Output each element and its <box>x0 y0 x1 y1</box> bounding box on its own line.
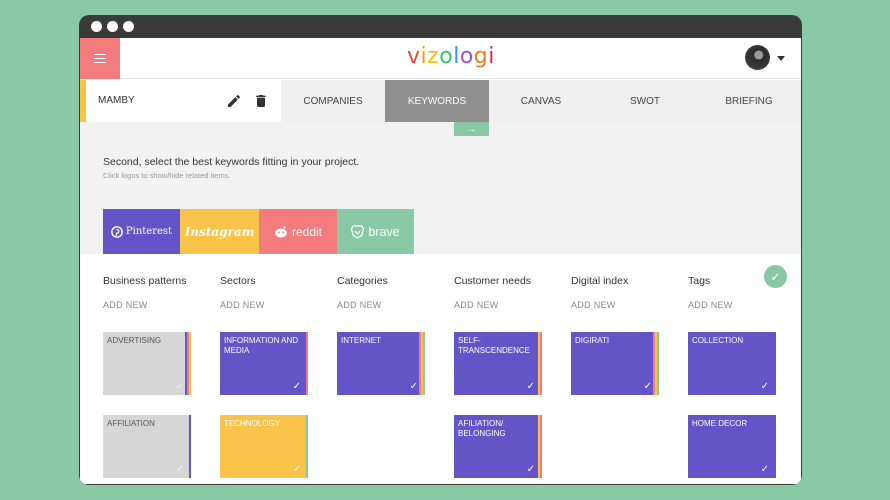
chevron-down-icon[interactable] <box>777 56 785 61</box>
window-dot-icon[interactable] <box>123 21 134 32</box>
project-selector[interactable]: MAMBY <box>80 80 281 122</box>
keyword-card[interactable]: SELF-TRANSCENDENCE ✓ <box>454 332 542 395</box>
keyword-label: AFFILIATION <box>107 419 155 428</box>
pinterest-logo-button[interactable]: Pinterest <box>103 209 180 254</box>
add-new-business-pattern[interactable]: ADD NEW <box>103 300 148 310</box>
keyword-card[interactable]: DIGIRATI ✓ <box>571 332 659 395</box>
reddit-logo-button[interactable]: reddit <box>259 209 337 254</box>
trash-icon[interactable] <box>253 93 269 109</box>
tab-swot[interactable]: SWOT <box>593 80 697 122</box>
avatar[interactable] <box>745 45 770 70</box>
keyword-label: SELF-TRANSCENDENCE <box>458 336 531 355</box>
instagram-logo-button[interactable]: Instagram <box>180 209 259 254</box>
brave-lion-icon <box>351 224 365 239</box>
source-stripes <box>419 332 425 395</box>
project-name: MAMBY <box>98 95 135 106</box>
app-logo[interactable]: vizologi <box>407 44 495 69</box>
column-title-tags: Tags <box>688 275 711 287</box>
keyword-card[interactable]: AFILIATION/ BELONGING ✓ <box>454 415 542 478</box>
logo-letter: o <box>459 44 474 69</box>
source-stripes <box>185 332 191 395</box>
pinterest-icon <box>111 225 123 238</box>
tab-briefing[interactable]: BRIEFING <box>697 80 801 122</box>
hamburger-icon <box>94 57 106 60</box>
source-label: Pinterest <box>125 226 173 237</box>
add-new-sector[interactable]: ADD NEW <box>220 300 265 310</box>
check-icon: ✓ <box>409 381 418 392</box>
window-dot-icon[interactable] <box>107 21 118 32</box>
column-title-business-patterns: Business patterns <box>103 275 187 287</box>
source-stripes <box>306 332 308 395</box>
logo-letter: o <box>439 44 454 69</box>
keyword-card[interactable]: TECHNOLOGY ✓ <box>220 415 308 478</box>
check-icon: ✓ <box>760 464 769 475</box>
check-icon: ✓ <box>292 381 301 392</box>
check-icon: ✓ <box>175 464 184 475</box>
pencil-icon[interactable] <box>226 93 242 109</box>
check-icon: ✓ <box>526 381 535 392</box>
keyword-card[interactable]: ADVERTISING ✓ <box>103 332 191 395</box>
keyword-card[interactable]: INTERNET ✓ <box>337 332 425 395</box>
source-stripes <box>306 415 308 478</box>
reddit-icon <box>274 225 287 237</box>
source-label: reddit <box>291 224 323 239</box>
column-title-sectors: Sectors <box>220 275 256 287</box>
check-icon: ✓ <box>760 381 769 392</box>
source-stripes <box>189 415 191 478</box>
window-titlebar <box>79 15 802 38</box>
keyword-label: AFILIATION/ BELONGING <box>458 419 506 438</box>
add-new-category[interactable]: ADD NEW <box>337 300 382 310</box>
column-title-categories: Categories <box>337 275 388 287</box>
tab-keywords[interactable]: KEYWORDS <box>385 80 489 122</box>
source-stripes <box>538 332 542 395</box>
window-dot-icon[interactable] <box>91 21 102 32</box>
keyword-label: TECHNOLOGY <box>224 419 281 428</box>
menu-button[interactable] <box>80 38 120 79</box>
keyword-card[interactable]: HOME DECOR ✓ <box>688 415 776 478</box>
source-label: brave <box>368 224 400 239</box>
confirm-check-icon[interactable]: ✓ <box>764 265 787 288</box>
source-stripes <box>538 415 542 478</box>
add-new-digital-index[interactable]: ADD NEW <box>571 300 616 310</box>
source-stripes <box>653 332 659 395</box>
keyword-label: INTERNET <box>341 336 381 345</box>
keyword-label: ADVERTISING <box>107 336 162 345</box>
keyword-card[interactable]: AFFILIATION ✓ <box>103 415 191 478</box>
logo-letter: l <box>453 44 460 69</box>
keyword-card[interactable]: COLLECTION ✓ <box>688 332 776 395</box>
keyword-label: DIGIRATI <box>575 336 610 345</box>
source-label: Instagram <box>184 224 255 239</box>
logo-letter: z <box>427 44 440 69</box>
check-icon: ✓ <box>643 381 652 392</box>
check-icon: ✓ <box>292 464 301 475</box>
brave-logo-button[interactable]: brave <box>337 209 414 254</box>
logo-letter: v <box>407 44 421 69</box>
instruction-text: Second, select the best keywords fitting… <box>103 156 360 168</box>
check-icon: ✓ <box>175 381 184 392</box>
add-new-customer-need[interactable]: ADD NEW <box>454 300 499 310</box>
keyword-label: INFORMATION AND MEDIA <box>224 336 299 355</box>
tab-companies[interactable]: COMPANIES <box>281 80 385 122</box>
hint-text: Click logos to show/hide related items. <box>103 171 231 180</box>
keyword-card[interactable]: INFORMATION AND MEDIA ✓ <box>220 332 308 395</box>
add-new-tag[interactable]: ADD NEW <box>688 300 733 310</box>
logo-letter: g <box>473 44 489 69</box>
app-viewport: vizologi MAMBY COMPANIES KEYWORDS CANVAS… <box>80 38 801 484</box>
column-title-customer-needs: Customer needs <box>454 275 532 287</box>
tab-canvas[interactable]: CANVAS <box>489 80 593 122</box>
nav-row: MAMBY COMPANIES KEYWORDS CANVAS SWOT BRI… <box>80 80 801 122</box>
browser-window: vizologi MAMBY COMPANIES KEYWORDS CANVAS… <box>79 15 802 485</box>
next-step-button[interactable]: → <box>454 122 489 136</box>
check-icon: ✓ <box>526 464 535 475</box>
top-bar: vizologi <box>80 38 801 79</box>
keyword-label: HOME DECOR <box>692 419 748 428</box>
keyword-label: COLLECTION <box>692 336 744 345</box>
column-title-digital-index: Digital index <box>571 275 629 287</box>
logo-letter: i <box>488 44 495 69</box>
